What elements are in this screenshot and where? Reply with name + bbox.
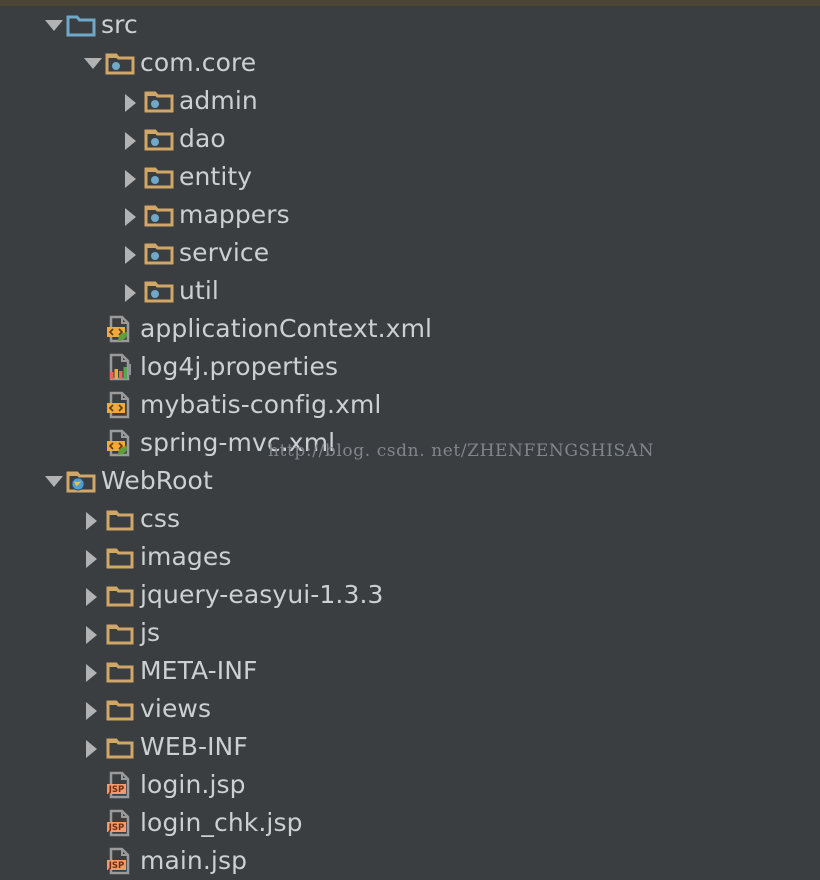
chevron-down-icon[interactable] [40, 6, 66, 44]
tree-node-label: src [101, 10, 138, 39]
tree-row[interactable]: service [0, 234, 820, 272]
plain-folder-icon [105, 618, 135, 648]
tree-row[interactable]: entity [0, 158, 820, 196]
tree-node-label: util [179, 276, 219, 305]
chevron-right-icon[interactable] [118, 234, 144, 272]
plain-folder-icon [105, 694, 135, 724]
tree-row[interactable]: mybatis-config.xml [0, 386, 820, 424]
tree-node-label: dao [179, 124, 226, 153]
tree-row[interactable]: util [0, 272, 820, 310]
webroot-folder-icon [66, 466, 96, 496]
tree-node-label: login.jsp [140, 770, 246, 799]
tree-row[interactable]: WebRoot [0, 462, 820, 500]
package-folder-icon [144, 276, 174, 306]
tree-node-label: css [140, 504, 181, 533]
tree-row[interactable]: src [0, 6, 820, 44]
chevron-right-icon[interactable] [79, 500, 105, 538]
chevron-right-icon[interactable] [79, 538, 105, 576]
chevron-right-icon[interactable] [79, 728, 105, 766]
tree-node-label: js [140, 618, 161, 647]
tree-node-label: views [140, 694, 212, 723]
plain-folder-icon [105, 580, 135, 610]
tree-node-label: WEB-INF [140, 732, 248, 761]
tree-node-label: images [140, 542, 232, 571]
chevron-right-icon[interactable] [79, 652, 105, 690]
tree-row[interactable]: mappers [0, 196, 820, 234]
plain-folder-icon [105, 542, 135, 572]
tree-node-label: mappers [179, 200, 290, 229]
chevron-right-icon[interactable] [118, 158, 144, 196]
tree-row[interactable]: images [0, 538, 820, 576]
properties-file-icon [105, 352, 135, 382]
tree-node-label: META-INF [140, 656, 258, 685]
tree-node-label: mybatis-config.xml [140, 390, 382, 419]
tree-node-label: com.core [140, 48, 257, 77]
tree-row[interactable]: css [0, 500, 820, 538]
tree-row[interactable]: JSP login_chk.jsp [0, 804, 820, 842]
package-folder-icon [144, 200, 174, 230]
chevron-right-icon[interactable] [79, 576, 105, 614]
chevron-right-icon[interactable] [79, 614, 105, 652]
source-folder-icon [66, 10, 96, 40]
package-folder-icon [105, 48, 135, 78]
plain-folder-icon [105, 656, 135, 686]
package-folder-icon [144, 162, 174, 192]
chevron-right-icon[interactable] [118, 196, 144, 234]
chevron-right-icon[interactable] [118, 272, 144, 310]
svg-text:JSP: JSP [108, 823, 125, 833]
chevron-right-icon[interactable] [118, 82, 144, 120]
plain-folder-icon [105, 732, 135, 762]
tree-row[interactable]: admin [0, 82, 820, 120]
chevron-down-icon[interactable] [40, 462, 66, 500]
tree-row[interactable]: JSP login.jsp [0, 766, 820, 804]
tree-node-label: applicationContext.xml [140, 314, 433, 343]
tree-node-label: log4j.properties [140, 352, 339, 381]
tree-row[interactable]: views [0, 690, 820, 728]
chevron-down-icon[interactable] [79, 44, 105, 82]
package-folder-icon [144, 86, 174, 116]
tree-row[interactable]: JSP main.jsp [0, 842, 820, 880]
tree-row[interactable]: WEB-INF [0, 728, 820, 766]
spring-xml-file-icon [105, 428, 135, 458]
package-folder-icon [144, 124, 174, 154]
svg-text:JSP: JSP [108, 861, 125, 871]
project-explorer-tree[interactable]: src com.core admin dao entity mappers service u… [0, 6, 820, 880]
tree-row[interactable]: js [0, 614, 820, 652]
package-folder-icon [144, 238, 174, 268]
tree-row[interactable]: META-INF [0, 652, 820, 690]
tree-node-label: jquery-easyui-1.3.3 [140, 580, 384, 609]
tree-node-label: spring-mvc.xml [140, 428, 336, 457]
chevron-right-icon[interactable] [79, 690, 105, 728]
svg-text:JSP: JSP [108, 785, 125, 795]
tree-row[interactable]: com.core [0, 44, 820, 82]
tree-row[interactable]: dao [0, 120, 820, 158]
tree-row[interactable]: log4j.properties [0, 348, 820, 386]
tree-row[interactable]: applicationContext.xml [0, 310, 820, 348]
tree-node-label: login_chk.jsp [140, 808, 303, 837]
jsp-file-icon: JSP [105, 846, 135, 876]
spring-xml-file-icon [105, 314, 135, 344]
tree-node-label: WebRoot [101, 466, 213, 495]
plain-folder-icon [105, 504, 135, 534]
chevron-right-icon[interactable] [118, 120, 144, 158]
tree-node-label: main.jsp [140, 846, 248, 875]
tree-row[interactable]: jquery-easyui-1.3.3 [0, 576, 820, 614]
jsp-file-icon: JSP [105, 770, 135, 800]
tree-row[interactable]: spring-mvc.xml [0, 424, 820, 462]
tree-node-label: service [179, 238, 270, 267]
xml-file-icon [105, 390, 135, 420]
tree-node-label: entity [179, 162, 253, 191]
tree-node-label: admin [179, 86, 258, 115]
jsp-file-icon: JSP [105, 808, 135, 838]
